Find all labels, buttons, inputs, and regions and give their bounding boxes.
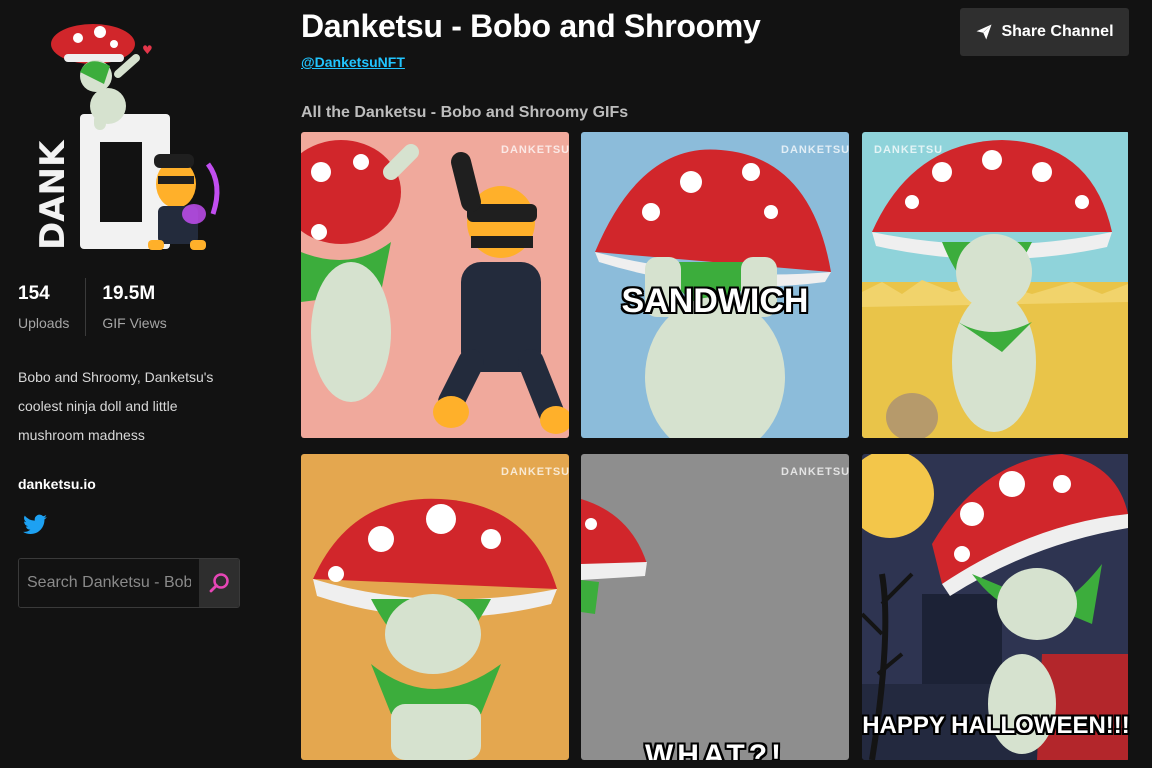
sidebar: ♥ DANK 154 Uploads 19.5M GIF Views Bobo …: [0, 0, 260, 768]
gif-watermark: DANKETSU: [781, 466, 849, 478]
share-channel-button[interactable]: Share Channel: [960, 8, 1129, 56]
gif-caption: HAPPY HALLOWEEN!!!: [862, 712, 1130, 739]
svg-text:♥: ♥: [142, 43, 153, 57]
gif-caption: WHAT?!: [644, 739, 786, 760]
channel-handle-link[interactable]: @DanketsuNFT: [301, 54, 405, 70]
search-button[interactable]: [199, 559, 239, 607]
search-input[interactable]: [19, 559, 199, 607]
gif-tile[interactable]: DANKETSU SANDWICH: [581, 132, 849, 438]
uploads-label: Uploads: [18, 315, 70, 331]
gif-tile[interactable]: DANKETSU: [301, 454, 569, 760]
views-label: GIF Views: [102, 315, 167, 331]
send-icon: [976, 24, 992, 40]
uploads-count: 154: [18, 283, 50, 304]
gif-image: [301, 132, 569, 438]
gif-tile[interactable]: DANKETSU WHAT?!: [581, 454, 849, 760]
avatar-logo-text: DANK: [33, 139, 73, 250]
channel-search: [18, 558, 240, 608]
gif-watermark: DANKETSU: [501, 466, 569, 478]
channel-title: Danketsu - Bobo and Shroomy: [301, 8, 761, 44]
stat-views: 19.5M GIF Views: [85, 278, 182, 336]
gif-tile[interactable]: HAPPY HALLOWEEN!!!: [862, 454, 1130, 760]
gif-image: [581, 454, 849, 760]
gif-watermark: DANKETSU: [781, 144, 849, 156]
share-channel-label: Share Channel: [1001, 23, 1114, 40]
search-icon: [209, 573, 229, 593]
stat-uploads: 154 Uploads: [18, 278, 85, 336]
gif-image: [862, 132, 1128, 438]
channel-avatar: ♥ DANK: [18, 14, 238, 259]
section-title: All the Danketsu - Bobo and Shroomy GIFs: [301, 104, 629, 121]
gif-caption: SANDWICH: [621, 282, 809, 320]
channel-description: Bobo and Shroomy, Danketsu's coolest nin…: [18, 369, 214, 443]
gif-tile[interactable]: DANKETSU: [862, 132, 1130, 438]
gif-watermark: DANKETSU: [874, 144, 944, 156]
gif-image: [301, 454, 569, 760]
channel-stats: 154 Uploads 19.5M GIF Views: [18, 278, 183, 336]
website-link[interactable]: danketsu.io: [18, 476, 96, 492]
twitter-icon[interactable]: [22, 512, 48, 538]
gif-tile[interactable]: DANKETSU: [301, 132, 569, 438]
views-count: 19.5M: [102, 283, 156, 304]
gif-watermark: DANKETSU: [501, 144, 569, 156]
